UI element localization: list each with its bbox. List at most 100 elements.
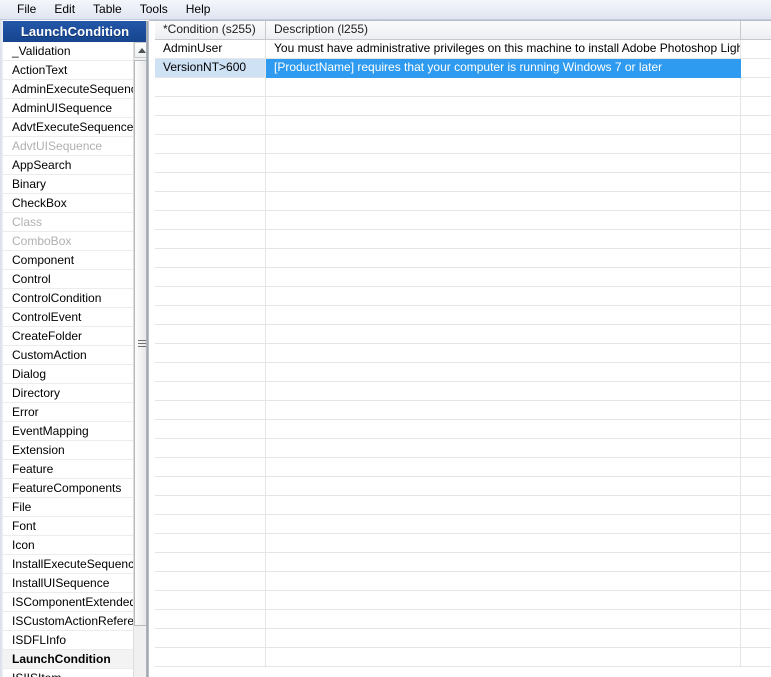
cell-empty[interactable]: [741, 591, 771, 610]
cell-empty[interactable]: [155, 401, 266, 420]
cell-empty[interactable]: [741, 192, 771, 211]
table-row-empty[interactable]: [155, 249, 771, 268]
cell-empty[interactable]: [741, 97, 771, 116]
table-row-empty[interactable]: [155, 173, 771, 192]
cell-empty[interactable]: [266, 610, 741, 629]
sidebar-item-directory[interactable]: Directory: [3, 384, 133, 403]
table-row-empty[interactable]: [155, 268, 771, 287]
cell-empty[interactable]: [741, 629, 771, 648]
cell-empty[interactable]: [155, 648, 266, 667]
cell-empty[interactable]: [155, 477, 266, 496]
cell-empty[interactable]: [266, 515, 741, 534]
table-row-empty[interactable]: [155, 97, 771, 116]
cell-empty[interactable]: [741, 211, 771, 230]
cell-empty[interactable]: [741, 230, 771, 249]
table-row-empty[interactable]: [155, 116, 771, 135]
cell-empty[interactable]: [741, 382, 771, 401]
cell-empty[interactable]: [155, 534, 266, 553]
cell-empty[interactable]: [741, 268, 771, 287]
table-row-empty[interactable]: [155, 629, 771, 648]
table-row-empty[interactable]: [155, 534, 771, 553]
cell-condition[interactable]: VersionNT>600: [155, 59, 266, 78]
table-row[interactable]: AdminUserYou must have administrative pr…: [155, 40, 771, 59]
cell-empty[interactable]: [741, 648, 771, 667]
table-row-empty[interactable]: [155, 325, 771, 344]
table-row-empty[interactable]: [155, 78, 771, 97]
sidebar-item-isdflinfo[interactable]: ISDFLInfo: [3, 631, 133, 650]
cell-empty[interactable]: [741, 572, 771, 591]
cell-empty[interactable]: [155, 629, 266, 648]
cell-empty[interactable]: [155, 249, 266, 268]
cell-empty[interactable]: [741, 553, 771, 572]
cell-empty[interactable]: [741, 534, 771, 553]
table-row-empty[interactable]: [155, 477, 771, 496]
cell-empty[interactable]: [266, 420, 741, 439]
cell-empty[interactable]: [266, 173, 741, 192]
sidebar-item-controlevent[interactable]: ControlEvent: [3, 308, 133, 327]
cell-empty[interactable]: [155, 458, 266, 477]
sidebar-item-advtexecutesequence[interactable]: AdvtExecuteSequence: [3, 118, 133, 137]
cell-empty[interactable]: [741, 439, 771, 458]
cell-empty[interactable]: [741, 287, 771, 306]
cell-empty[interactable]: [741, 496, 771, 515]
cell-empty[interactable]: [741, 610, 771, 629]
menu-tools[interactable]: Tools: [131, 1, 177, 19]
cell-empty[interactable]: [266, 401, 741, 420]
menu-help[interactable]: Help: [177, 1, 220, 19]
cell-empty[interactable]: [266, 230, 741, 249]
cell-empty[interactable]: [155, 268, 266, 287]
cell-empty[interactable]: [741, 401, 771, 420]
column-header-description[interactable]: Description (l255): [266, 21, 741, 39]
cell-empty[interactable]: [266, 325, 741, 344]
sidebar-item-binary[interactable]: Binary: [3, 175, 133, 194]
cell-description[interactable]: [ProductName] requires that your compute…: [266, 59, 741, 78]
cell-empty[interactable]: [741, 249, 771, 268]
cell-description[interactable]: You must have administrative privileges …: [266, 40, 741, 59]
sidebar-item-icon[interactable]: Icon: [3, 536, 133, 555]
cell-empty[interactable]: [266, 116, 741, 135]
grid-body[interactable]: AdminUserYou must have administrative pr…: [155, 40, 771, 677]
table-row-empty[interactable]: [155, 211, 771, 230]
cell-empty[interactable]: [266, 648, 741, 667]
table-row-empty[interactable]: [155, 458, 771, 477]
sidebar-item-file[interactable]: File: [3, 498, 133, 517]
cell-empty[interactable]: [155, 97, 266, 116]
cell-empty[interactable]: [266, 382, 741, 401]
cell-empty[interactable]: [266, 211, 741, 230]
cell-empty[interactable]: [155, 306, 266, 325]
table-row-empty[interactable]: [155, 344, 771, 363]
sidebar-item-isiisitem[interactable]: ISIISItem: [3, 669, 133, 677]
cell-empty[interactable]: [266, 458, 741, 477]
cell-empty[interactable]: [155, 572, 266, 591]
table-row-empty[interactable]: [155, 553, 771, 572]
sidebar-item-component[interactable]: Component: [3, 251, 133, 270]
table-row-empty[interactable]: [155, 154, 771, 173]
cell-empty[interactable]: [155, 287, 266, 306]
table-row-empty[interactable]: [155, 420, 771, 439]
cell-empty[interactable]: [266, 249, 741, 268]
table-row-empty[interactable]: [155, 306, 771, 325]
table-row-empty[interactable]: [155, 287, 771, 306]
menu-file[interactable]: File: [8, 1, 45, 19]
menu-edit[interactable]: Edit: [45, 1, 84, 19]
sidebar-splitter[interactable]: [146, 21, 149, 677]
cell-empty[interactable]: [155, 211, 266, 230]
cell-empty[interactable]: [741, 458, 771, 477]
sidebar-item-featurecomponents[interactable]: FeatureComponents: [3, 479, 133, 498]
cell-empty[interactable]: [741, 344, 771, 363]
sidebar-item-customaction[interactable]: CustomAction: [3, 346, 133, 365]
sidebar-item-checkbox[interactable]: CheckBox: [3, 194, 133, 213]
cell-empty[interactable]: [155, 515, 266, 534]
sidebar-item-iscustomactionreferenc[interactable]: ISCustomActionReferenc: [3, 612, 133, 631]
cell-empty[interactable]: [155, 230, 266, 249]
sidebar-item-dialog[interactable]: Dialog: [3, 365, 133, 384]
sidebar-item-eventmapping[interactable]: EventMapping: [3, 422, 133, 441]
cell-empty[interactable]: [266, 268, 741, 287]
sidebar-item-controlcondition[interactable]: ControlCondition: [3, 289, 133, 308]
cell-empty[interactable]: [741, 173, 771, 192]
table-row-empty[interactable]: [155, 496, 771, 515]
cell-empty[interactable]: [266, 192, 741, 211]
cell-empty[interactable]: [266, 553, 741, 572]
cell-empty[interactable]: [155, 116, 266, 135]
sidebar-item-installuisequence[interactable]: InstallUISequence: [3, 574, 133, 593]
